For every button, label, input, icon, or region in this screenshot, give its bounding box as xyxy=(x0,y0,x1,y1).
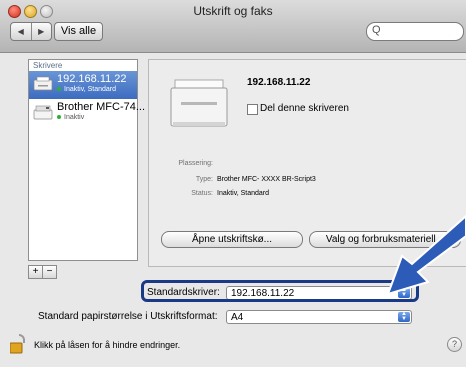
add-printer-button[interactable]: + xyxy=(29,266,43,278)
callout-arrow-icon xyxy=(386,214,466,296)
back-arrow-icon[interactable]: ◀ xyxy=(11,23,32,40)
search-input[interactable]: Q xyxy=(366,22,464,41)
printer-name: 192.168.11.22 xyxy=(57,73,127,85)
help-button[interactable]: ? xyxy=(447,337,462,352)
type-value: Brother MFC- XXXX BR-Script3 xyxy=(217,176,316,183)
status-dot-icon xyxy=(57,115,61,120)
back-forward-control: ◀ ▶ xyxy=(10,22,52,41)
printer-illustration-icon xyxy=(170,79,228,127)
share-printer-label: Del denne skriveren xyxy=(260,103,349,114)
search-icon: Q xyxy=(372,24,381,36)
printer-status-text: Inaktiv xyxy=(64,114,85,121)
paper-size-value: A4 xyxy=(231,312,244,323)
printer-name: Brother MFC-74... xyxy=(57,101,146,113)
status-dot-icon xyxy=(57,87,61,92)
mfc-printer-icon xyxy=(33,105,53,120)
lock-message: Klikk på låsen for å hindre endringer. xyxy=(34,340,181,350)
printer-list[interactable]: Skrivere 192.168.11.22 Inaktiv, Standard… xyxy=(28,59,145,261)
location-label: Plassering: xyxy=(178,160,213,167)
select-arrows-icon: ▲▼ xyxy=(398,311,410,322)
status-label: Status: xyxy=(191,190,213,197)
printer-status-text: Inaktiv, Standard xyxy=(64,86,117,93)
add-remove-control: + − xyxy=(28,265,57,279)
printer-status: Inaktiv xyxy=(57,114,84,121)
open-print-queue-button[interactable]: Åpne utskriftskø... xyxy=(161,231,303,248)
printer-status: Inaktiv, Standard xyxy=(57,86,116,93)
title-bar: Utskrift og faks ◀ ▶ Vis alle Q xyxy=(0,0,466,53)
window-title: Utskrift og faks xyxy=(193,4,273,18)
lock-icon[interactable] xyxy=(10,334,28,354)
share-printer-checkbox[interactable] xyxy=(247,104,258,115)
printer-icon xyxy=(33,76,53,91)
remove-printer-button[interactable]: − xyxy=(43,266,56,278)
status-value: Inaktiv, Standard xyxy=(217,190,270,197)
printer-list-item[interactable]: Brother MFC-74... Inaktiv xyxy=(29,99,145,127)
printer-list-item[interactable]: 192.168.11.22 Inaktiv, Standard xyxy=(29,71,137,99)
type-label: Type: xyxy=(195,176,213,183)
paper-size-label: Standard papirstørrelse i Utskriftsforma… xyxy=(38,311,218,322)
paper-size-select[interactable]: A4 ▲ ▼ xyxy=(226,310,412,324)
forward-arrow-icon[interactable]: ▶ xyxy=(32,23,52,40)
printer-detail-name: 192.168.11.22 xyxy=(247,77,311,88)
default-printer-highlight xyxy=(141,280,419,302)
show-all-button[interactable]: Vis alle xyxy=(54,22,103,41)
